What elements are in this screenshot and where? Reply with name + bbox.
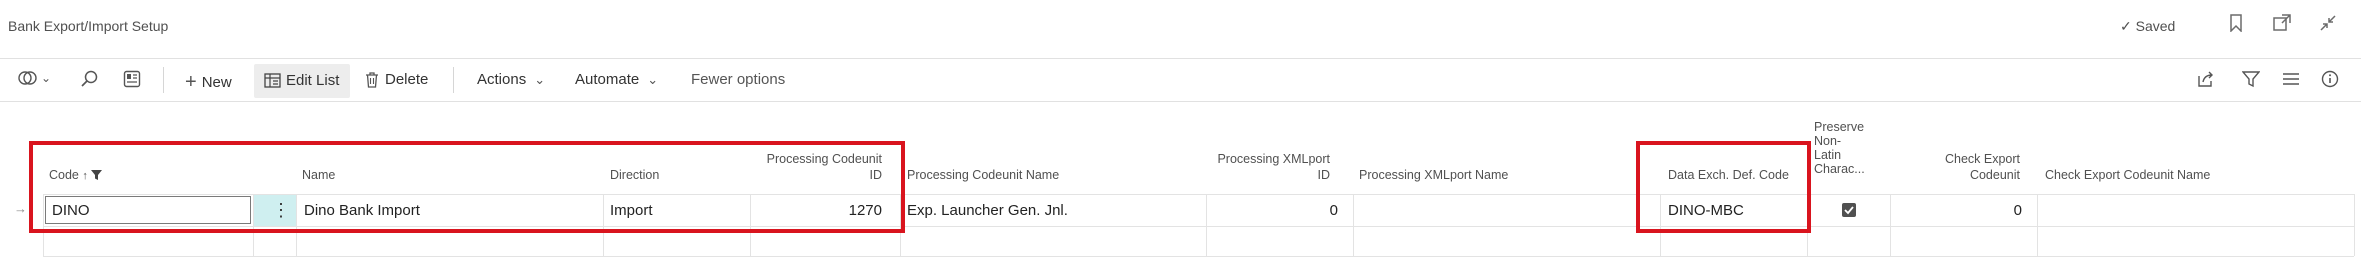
list-view-icon[interactable] [2282, 71, 2300, 92]
check-export-codeunit-cell[interactable]: 0 [1900, 202, 2022, 219]
processing-codeunit-name-cell[interactable]: Exp. Launcher Gen. Jnl. [907, 202, 1068, 219]
search-icon[interactable] [81, 70, 99, 93]
edit-list-button[interactable]: Edit List [264, 72, 339, 89]
highlight-box [1636, 141, 1811, 233]
plus-icon: + [185, 71, 197, 93]
grid-line [2354, 194, 2355, 256]
page-title: Bank Export/Import Setup [8, 18, 169, 34]
show-as-cards-icon[interactable] [123, 70, 141, 93]
collapse-icon[interactable] [2319, 14, 2337, 37]
share-icon[interactable] [2197, 70, 2215, 93]
edit-list-icon [264, 73, 281, 88]
column-header-processing-codeunit-name[interactable]: Processing Codeunit Name [907, 169, 1059, 182]
actions-menu[interactable]: Actions ⌄ [477, 71, 550, 88]
filter-icon[interactable] [2241, 70, 2261, 93]
column-header-processing-xmlport-id[interactable]: Processing XMLport ID [1180, 153, 1330, 182]
row-current-marker: → [14, 201, 27, 216]
chevron-down-icon: ⌄ [647, 71, 659, 87]
toolbar-separator [163, 67, 164, 93]
info-icon[interactable] [2321, 70, 2339, 93]
chevron-down-icon: ⌄ [41, 71, 52, 85]
preserve-checkbox[interactable] [1842, 203, 1856, 217]
filter-pane-toggle[interactable]: ⌄ [18, 69, 56, 87]
automate-menu[interactable]: Automate ⌄ [575, 71, 663, 88]
column-header-preserve-non-latin-characters[interactable]: Preserve Non- Latin Charac... [1814, 120, 1865, 176]
column-header-check-export-codeunit[interactable]: Check Export Codeunit [1880, 153, 2020, 182]
open-new-window-icon[interactable] [2273, 14, 2291, 37]
grid-line [2037, 194, 2038, 256]
saved-status: ✓ Saved [2120, 18, 2176, 34]
chevron-down-icon: ⌄ [534, 71, 546, 87]
highlight-box [29, 141, 905, 233]
toolbar-divider [0, 101, 2361, 102]
grid-line [43, 256, 2354, 257]
grid-line [1890, 194, 1891, 256]
processing-xmlport-id-cell[interactable]: 0 [1216, 202, 1338, 219]
fewer-options-button[interactable]: Fewer options [691, 71, 785, 88]
column-header-processing-xmlport-name[interactable]: Processing XMLport Name [1359, 169, 1508, 182]
grid-line [1353, 194, 1354, 256]
bookmark-icon[interactable] [2228, 14, 2244, 37]
filter-pane-icon [18, 71, 37, 85]
toolbar-separator [453, 67, 454, 93]
new-button[interactable]: + New [185, 71, 232, 94]
column-header-check-export-codeunit-name[interactable]: Check Export Codeunit Name [2045, 169, 2210, 182]
grid-line [1206, 194, 1207, 256]
header-divider [0, 58, 2361, 59]
check-icon [1844, 206, 1854, 215]
check-icon: ✓ [2120, 18, 2132, 34]
delete-button[interactable]: Delete [365, 71, 428, 88]
trash-icon [366, 71, 378, 88]
